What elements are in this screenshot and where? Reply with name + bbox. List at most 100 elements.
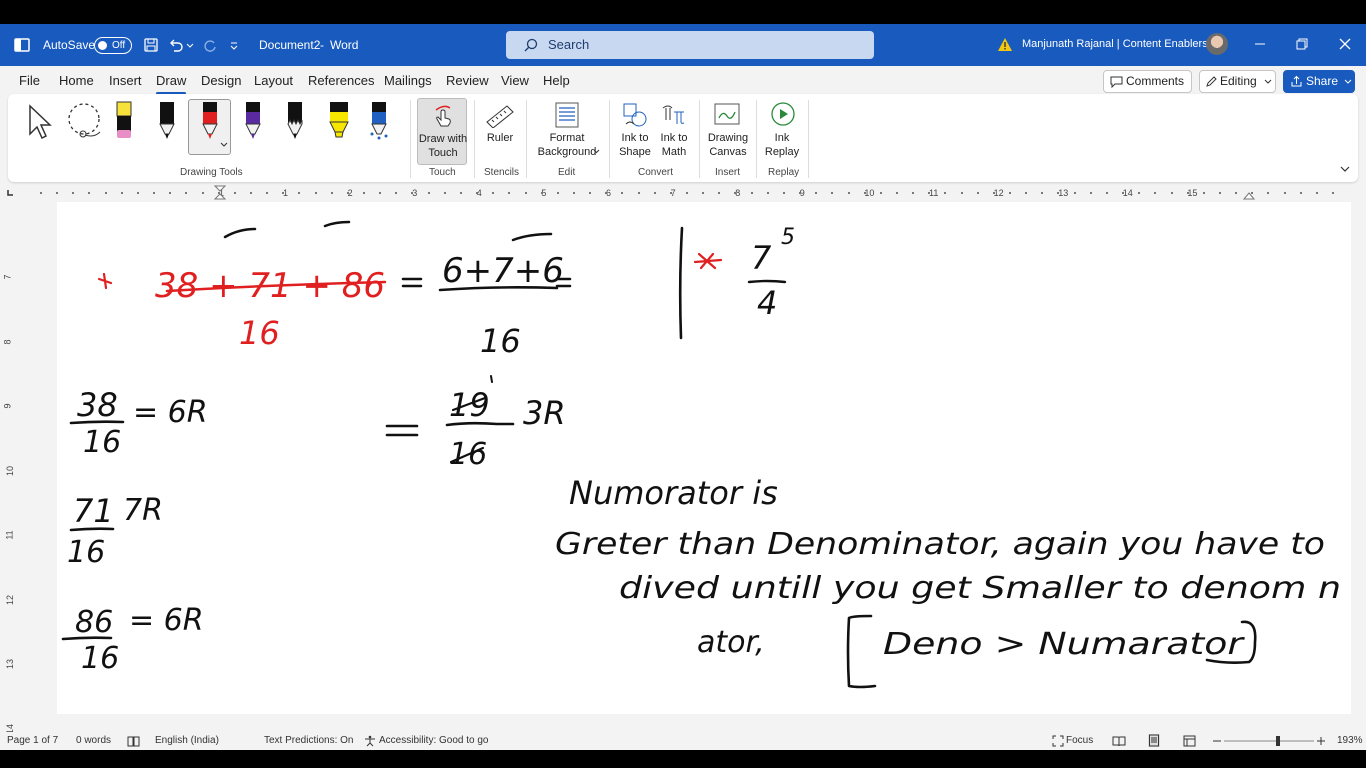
save-icon[interactable] xyxy=(143,37,159,53)
ink-to-math-icon[interactable] xyxy=(660,102,686,128)
focus-icon[interactable] xyxy=(1052,735,1064,747)
close-icon[interactable] xyxy=(1337,36,1353,52)
zoom-in-icon[interactable] xyxy=(1316,735,1326,747)
ruler-tick xyxy=(1218,192,1221,194)
search-input[interactable]: Search xyxy=(506,31,874,59)
ink-replay-icon[interactable] xyxy=(770,101,796,127)
ruler-tick xyxy=(120,192,123,194)
draw-with-touch-button[interactable]: Draw with Touch xyxy=(417,98,467,165)
format-background-label-2[interactable]: Background xyxy=(532,145,602,159)
word-count[interactable]: 0 words xyxy=(76,735,111,746)
ruler-number: 10 xyxy=(864,188,875,198)
autosave-toggle[interactable]: Off xyxy=(94,37,132,54)
format-background-icon[interactable] xyxy=(554,101,580,129)
restore-icon[interactable] xyxy=(1294,36,1310,52)
zoom-out-icon[interactable] xyxy=(1212,735,1222,747)
editing-mode-button[interactable]: Editing xyxy=(1199,70,1276,93)
customize-qat-icon[interactable] xyxy=(229,37,239,53)
ink-to-shape-icon[interactable] xyxy=(622,102,648,128)
group-convert-label: Convert xyxy=(638,167,674,178)
black-pencil-icon[interactable] xyxy=(285,100,305,140)
indent-marker-icon[interactable] xyxy=(214,185,226,201)
ruler-tick xyxy=(992,192,995,194)
redo-icon[interactable] xyxy=(202,37,218,53)
drawing-canvas-label-2[interactable]: Canvas xyxy=(704,145,752,159)
black-pen-icon[interactable] xyxy=(157,100,177,140)
lasso-select-icon[interactable] xyxy=(64,102,104,142)
galaxy-pen-icon[interactable] xyxy=(368,100,390,140)
autosave-state: Off xyxy=(112,40,126,51)
page-count[interactable]: Page 1 of 7 xyxy=(7,735,58,746)
ink-to-math-label-1[interactable]: Ink to xyxy=(654,131,694,145)
ruler-tick xyxy=(233,192,236,194)
ink-replay-label-1[interactable]: Ink xyxy=(762,131,802,145)
purple-pen-icon[interactable] xyxy=(243,100,263,140)
ruler-tick xyxy=(572,192,575,194)
tab-references[interactable]: References xyxy=(308,73,374,88)
collapse-ribbon-icon[interactable] xyxy=(1340,166,1350,173)
tab-selector-icon[interactable] xyxy=(6,189,14,197)
ruler-tick xyxy=(815,192,818,194)
ink-to-shape-label-2[interactable]: Shape xyxy=(615,145,655,159)
ink-note-line2: Greter than Denominator, again you have … xyxy=(555,527,1325,562)
undo-icon[interactable] xyxy=(168,37,184,53)
ink-canvas[interactable]: 38 + 71 + 86 16 6+7+6 16 7 5 4 38 16 = 6… xyxy=(57,202,1351,714)
tab-help[interactable]: Help xyxy=(543,73,570,88)
warning-icon[interactable] xyxy=(997,37,1013,53)
eraser-pen-icon[interactable] xyxy=(114,100,134,140)
ink-to-shape-label-1[interactable]: Ink to xyxy=(615,131,655,145)
ruler-button-label[interactable]: Ruler xyxy=(480,131,520,145)
zoom-slider[interactable] xyxy=(1224,734,1314,748)
tab-mailings[interactable]: Mailings xyxy=(384,73,432,88)
vertical-ruler[interactable]: 7 8 9 10 11 12 13 14 xyxy=(0,202,20,733)
language[interactable]: English (India) xyxy=(155,735,219,746)
read-mode-icon[interactable] xyxy=(1112,735,1126,747)
share-button[interactable]: Share xyxy=(1283,70,1355,93)
document-page[interactable]: 38 + 71 + 86 16 6+7+6 16 7 5 4 38 16 = 6… xyxy=(57,202,1351,714)
avatar[interactable] xyxy=(1206,33,1228,55)
focus-label[interactable]: Focus xyxy=(1066,735,1093,746)
tab-design[interactable]: Design xyxy=(201,73,241,88)
tab-file[interactable]: File xyxy=(19,73,40,88)
proofing-icon[interactable] xyxy=(127,735,140,747)
ink-mid-denominator: 16 xyxy=(480,322,521,360)
ink-replay-label-2[interactable]: Replay xyxy=(762,145,802,159)
tab-draw[interactable]: Draw xyxy=(156,73,187,95)
accessibility-status[interactable]: Accessibility: Good to go xyxy=(379,735,489,746)
ruler-tick xyxy=(476,192,479,194)
ink-check-marks xyxy=(223,220,351,239)
undo-dropdown-icon[interactable] xyxy=(186,37,194,53)
ruler-tick xyxy=(847,192,850,194)
red-pen-icon[interactable] xyxy=(200,100,220,140)
zoom-level[interactable]: 193% xyxy=(1337,735,1363,746)
format-background-label-1[interactable]: Format xyxy=(538,131,596,145)
select-arrow-icon[interactable] xyxy=(24,104,54,140)
tab-review[interactable]: Review xyxy=(446,73,489,88)
word-window: AutoSave Off Document2 - Word Search Man… xyxy=(0,24,1366,750)
ruler-tick xyxy=(944,192,947,194)
print-layout-icon[interactable] xyxy=(1148,734,1160,747)
web-layout-icon[interactable] xyxy=(1183,735,1196,747)
ruler-tick xyxy=(1170,192,1173,194)
comments-button[interactable]: Comments xyxy=(1103,70,1192,93)
horizontal-ruler[interactable]: 1 1 2 3 4 5 6 7 8 9 10 11 12 13 14 15 xyxy=(0,184,1366,202)
ink-mid-numerator: 6+7+6 xyxy=(442,251,564,291)
user-name[interactable]: Manjunath Rajanal | Content Enablers xyxy=(1022,38,1208,50)
chevron-down-icon[interactable] xyxy=(220,142,228,148)
tab-insert[interactable]: Insert xyxy=(109,73,142,88)
tab-layout[interactable]: Layout xyxy=(254,73,293,88)
drawing-canvas-icon[interactable] xyxy=(713,102,741,128)
tab-home[interactable]: Home xyxy=(59,73,94,88)
ruler-icon[interactable] xyxy=(485,104,515,128)
accessibility-icon[interactable] xyxy=(364,735,376,747)
ruler-tick xyxy=(589,192,592,194)
autosave-label: AutoSave xyxy=(43,38,96,52)
right-indent-marker-icon[interactable] xyxy=(1243,192,1255,200)
minimize-icon[interactable] xyxy=(1252,36,1268,52)
highlighter-icon[interactable] xyxy=(327,100,351,140)
tab-view[interactable]: View xyxy=(501,73,529,88)
drawing-canvas-label-1[interactable]: Drawing xyxy=(704,131,752,145)
ink-row2-numerator: 71 xyxy=(73,492,114,530)
ink-to-math-label-2[interactable]: Math xyxy=(654,145,694,159)
text-predictions[interactable]: Text Predictions: On xyxy=(264,735,353,746)
